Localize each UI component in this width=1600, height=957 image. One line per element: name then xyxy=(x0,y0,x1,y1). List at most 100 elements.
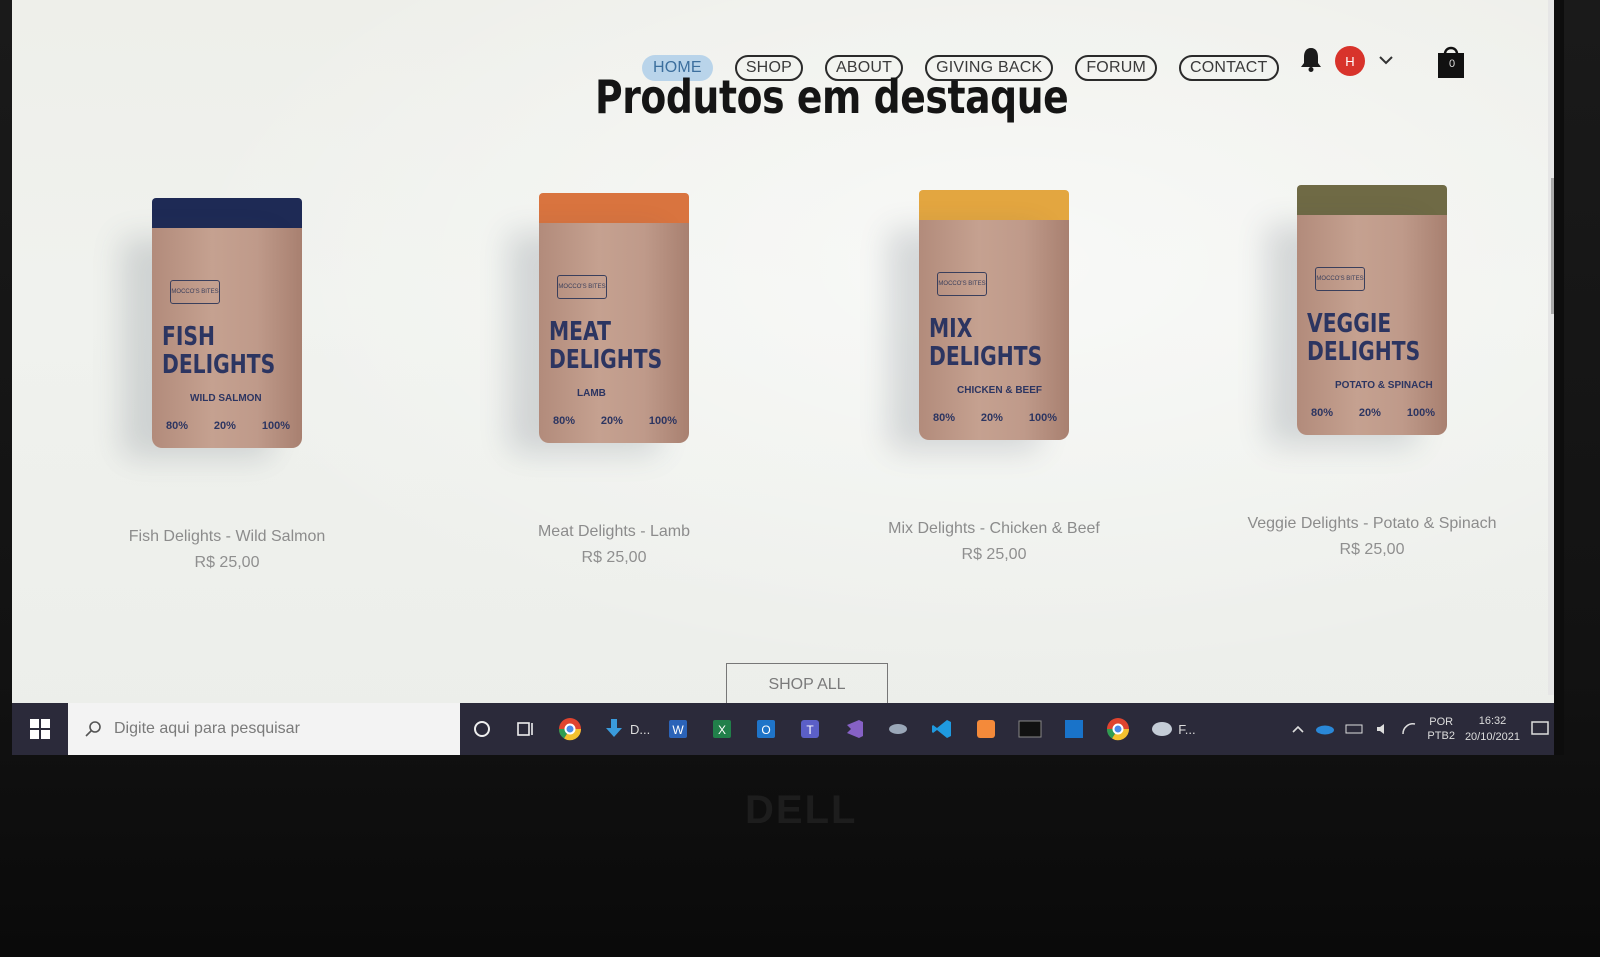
pouch-flavor: POTATO & SPINACH xyxy=(1335,380,1433,391)
pouch-flavor: CHICKEN & BEEF xyxy=(957,385,1043,396)
pouch-top xyxy=(539,193,689,227)
pouch-stat: 80% xyxy=(166,420,189,432)
product-price: R$ 25,00 xyxy=(194,554,260,571)
pouch-stats: 80% 20% 100% xyxy=(166,420,290,432)
pouch-flavor: WILD SALMON xyxy=(190,393,262,404)
pouch-title-line-1: VEGGIE xyxy=(1307,309,1392,339)
section-title: Produtos em destaque xyxy=(595,70,1069,124)
pouch-stat: 100% xyxy=(261,420,290,432)
pouch-stats: 80% 20% 100% xyxy=(553,415,677,427)
clock[interactable]: 16:32 20/10/2021 xyxy=(1465,713,1520,745)
language-code: POR xyxy=(1429,716,1454,728)
user-avatar[interactable]: H xyxy=(1335,46,1365,76)
app-icon[interactable] xyxy=(876,703,920,755)
input-language[interactable]: POR PTB2 xyxy=(1427,715,1455,743)
keyboard-layout: PTB2 xyxy=(1427,730,1455,742)
cortana-icon[interactable] xyxy=(460,703,504,755)
svg-text:O: O xyxy=(762,723,771,737)
pouch-body: MOCCO'S BITES MIX DELIGHTS CHICKEN & BEE… xyxy=(919,220,1069,440)
pouch-title-line-2: DELIGHTS xyxy=(549,345,663,375)
pouch-stat: 100% xyxy=(1028,412,1057,424)
pouch-stat: 80% xyxy=(553,415,576,427)
vscode-icon[interactable] xyxy=(920,703,964,755)
pouch-body: MOCCO'S BITES MEAT DELIGHTS LAMB 80% 20%… xyxy=(539,223,689,443)
pouch-top xyxy=(152,198,302,232)
pouch-brand-logo: MOCCO'S BITES xyxy=(1315,267,1365,291)
product-price: R$ 25,00 xyxy=(581,549,647,566)
product-card[interactable]: MOCCO'S BITES VEGGIE DELIGHTS POTATO & S… xyxy=(1242,185,1502,559)
chevron-up-icon[interactable] xyxy=(1291,724,1305,734)
visual-studio-icon[interactable] xyxy=(832,703,876,755)
product-card[interactable]: MOCCO'S BITES MEAT DELIGHTS LAMB 80% 20%… xyxy=(484,193,744,567)
pouch-top xyxy=(919,190,1069,224)
pouch-brand-logo: MOCCO'S BITES xyxy=(937,272,987,296)
product-name[interactable]: Veggie Delights - Potato & Spinach xyxy=(1242,515,1502,533)
outlook-icon[interactable]: O xyxy=(744,703,788,755)
dell-logo: DELL xyxy=(745,788,858,832)
product-image[interactable]: MOCCO'S BITES FISH DELIGHTS WILD SALMON … xyxy=(152,198,302,448)
windows-logo-icon xyxy=(30,719,50,739)
monitor: HOME SHOP ABOUT GIVING BACK FORUM CONTAC… xyxy=(0,0,1600,957)
shop-all-button[interactable]: SHOP ALL xyxy=(726,663,888,707)
chrome-icon[interactable] xyxy=(548,703,592,755)
app-label[interactable]: F... xyxy=(1178,722,1195,737)
word-icon[interactable]: W xyxy=(656,703,700,755)
terminal-icon[interactable] xyxy=(1008,703,1052,755)
system-tray: POR PTB2 16:32 20/10/2021 xyxy=(1291,713,1554,745)
product-price: R$ 25,00 xyxy=(961,546,1027,563)
product-name[interactable]: Mix Delights - Chicken & Beef xyxy=(864,520,1124,538)
product-name[interactable]: Fish Delights - Wild Salmon xyxy=(97,528,357,546)
pouch-title-line-2: DELIGHTS xyxy=(929,342,1043,372)
cart-count: 0 xyxy=(1448,58,1456,70)
product-image[interactable]: MOCCO'S BITES MEAT DELIGHTS LAMB 80% 20%… xyxy=(539,193,689,443)
volume-icon[interactable] xyxy=(1375,722,1391,736)
xampp-icon[interactable] xyxy=(964,703,1008,755)
pouch-stat: 20% xyxy=(1358,407,1381,419)
download-label[interactable]: D... xyxy=(630,722,650,737)
pouch-title: FISH DELIGHTS xyxy=(162,322,275,379)
nav-forum[interactable]: FORUM xyxy=(1075,55,1157,81)
pouch-title-line-1: FISH xyxy=(162,322,215,352)
pouch-brand-logo: MOCCO'S BITES xyxy=(557,275,607,299)
product-price: R$ 25,00 xyxy=(1339,541,1405,558)
scrollbar-thumb[interactable] xyxy=(1551,178,1554,314)
scrollbar-track[interactable] xyxy=(1548,0,1554,695)
pouch-stat: 20% xyxy=(980,412,1003,424)
product-name[interactable]: Meat Delights - Lamb xyxy=(484,523,744,541)
excel-icon[interactable]: X xyxy=(700,703,744,755)
svg-text:W: W xyxy=(673,723,685,737)
task-view-icon[interactable] xyxy=(504,703,548,755)
pouch-title: MIX DELIGHTS xyxy=(929,314,1042,371)
svg-text:T: T xyxy=(807,723,815,737)
bell-icon[interactable] xyxy=(1300,46,1322,72)
product-card[interactable]: MOCCO'S BITES MIX DELIGHTS CHICKEN & BEE… xyxy=(864,190,1124,564)
pouch-stats: 80% 20% 100% xyxy=(1311,407,1435,419)
pouch-title: MEAT DELIGHTS xyxy=(549,317,662,374)
onedrive-icon[interactable] xyxy=(1315,723,1335,735)
pouch-title-line-1: MEAT xyxy=(549,317,611,347)
pouch-flavor: LAMB xyxy=(577,388,606,399)
pouch-title: VEGGIE DELIGHTS xyxy=(1307,309,1420,366)
clock-time: 16:32 xyxy=(1478,715,1507,727)
pouch-title-line-2: DELIGHTS xyxy=(162,350,276,380)
pouch-title-line-2: DELIGHTS xyxy=(1307,337,1421,367)
taskbar-search-input[interactable]: Digite aqui para pesquisar xyxy=(68,703,460,755)
pouch-stat: 80% xyxy=(1311,407,1334,419)
start-button[interactable] xyxy=(12,703,68,755)
battery-icon[interactable] xyxy=(1345,723,1365,735)
pouch-body: MOCCO'S BITES FISH DELIGHTS WILD SALMON … xyxy=(152,228,302,448)
product-image[interactable]: MOCCO'S BITES MIX DELIGHTS CHICKEN & BEE… xyxy=(919,190,1069,440)
teams-icon[interactable]: T xyxy=(788,703,832,755)
pouch-stat: 100% xyxy=(1406,407,1435,419)
pouch-title-line-1: MIX xyxy=(929,314,973,344)
app-blue-icon[interactable] xyxy=(1052,703,1096,755)
wifi-icon[interactable] xyxy=(1401,722,1417,736)
search-placeholder: Digite aqui para pesquisar xyxy=(114,720,300,737)
product-card[interactable]: MOCCO'S BITES FISH DELIGHTS WILD SALMON … xyxy=(97,198,357,572)
nav-contact[interactable]: CONTACT xyxy=(1178,55,1279,81)
pouch-body: MOCCO'S BITES VEGGIE DELIGHTS POTATO & S… xyxy=(1297,215,1447,435)
chrome-icon[interactable] xyxy=(1096,703,1140,755)
notifications-icon[interactable] xyxy=(1530,720,1550,738)
chevron-down-icon[interactable] xyxy=(1378,54,1394,66)
product-image[interactable]: MOCCO'S BITES VEGGIE DELIGHTS POTATO & S… xyxy=(1297,185,1447,435)
